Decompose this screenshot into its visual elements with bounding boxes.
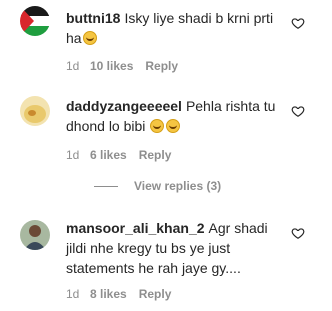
- comment-meta: 1d 6 likes Reply: [66, 148, 171, 162]
- avatar[interactable]: [20, 96, 50, 126]
- laughing-tears-emoji-icon: [82, 31, 97, 45]
- comment-text: buttni18 Isky liye shadi b krni prti ha: [66, 8, 290, 48]
- reply-button[interactable]: Reply: [139, 148, 172, 162]
- divider-line: [94, 185, 118, 187]
- laughing-tears-emoji-icon: [166, 119, 181, 133]
- reply-button[interactable]: Reply: [139, 287, 172, 301]
- heart-outline-icon[interactable]: [291, 226, 305, 240]
- heart-outline-icon[interactable]: [291, 16, 305, 30]
- comment-username[interactable]: mansoor_ali_khan_2: [66, 220, 205, 236]
- palestine-flag-avatar: [20, 6, 50, 36]
- comment-username[interactable]: buttni18: [66, 10, 120, 26]
- comment-likes[interactable]: 6 likes: [90, 148, 127, 162]
- comment-username[interactable]: daddyzangeeeeel: [66, 98, 182, 114]
- view-replies-label: View replies (3): [134, 179, 222, 193]
- reply-button[interactable]: Reply: [145, 59, 178, 73]
- comment-likes[interactable]: 8 likes: [90, 287, 127, 301]
- comment-time[interactable]: 1d: [66, 287, 90, 301]
- comment-likes[interactable]: 10 likes: [90, 59, 133, 73]
- emoji-avatar: [20, 96, 50, 126]
- heart-outline-icon[interactable]: [291, 104, 305, 118]
- avatar[interactable]: [20, 220, 50, 250]
- comment-meta: 1d 10 likes Reply: [66, 59, 178, 73]
- comment-text: mansoor_ali_khan_2 Agr shadi jildi nhe kr…: [66, 218, 290, 278]
- view-replies-button[interactable]: View replies (3): [94, 179, 221, 193]
- laughing-tears-emoji-icon: [150, 119, 165, 133]
- avatar[interactable]: [20, 6, 50, 36]
- comment-meta: 1d 8 likes Reply: [66, 287, 171, 301]
- comment-time[interactable]: 1d: [66, 148, 90, 162]
- comment-time[interactable]: 1d: [66, 59, 90, 73]
- comment-text: daddyzangeeeeel Pehla rishta tu dhond lo …: [66, 96, 290, 136]
- profile-photo-avatar: [20, 220, 50, 250]
